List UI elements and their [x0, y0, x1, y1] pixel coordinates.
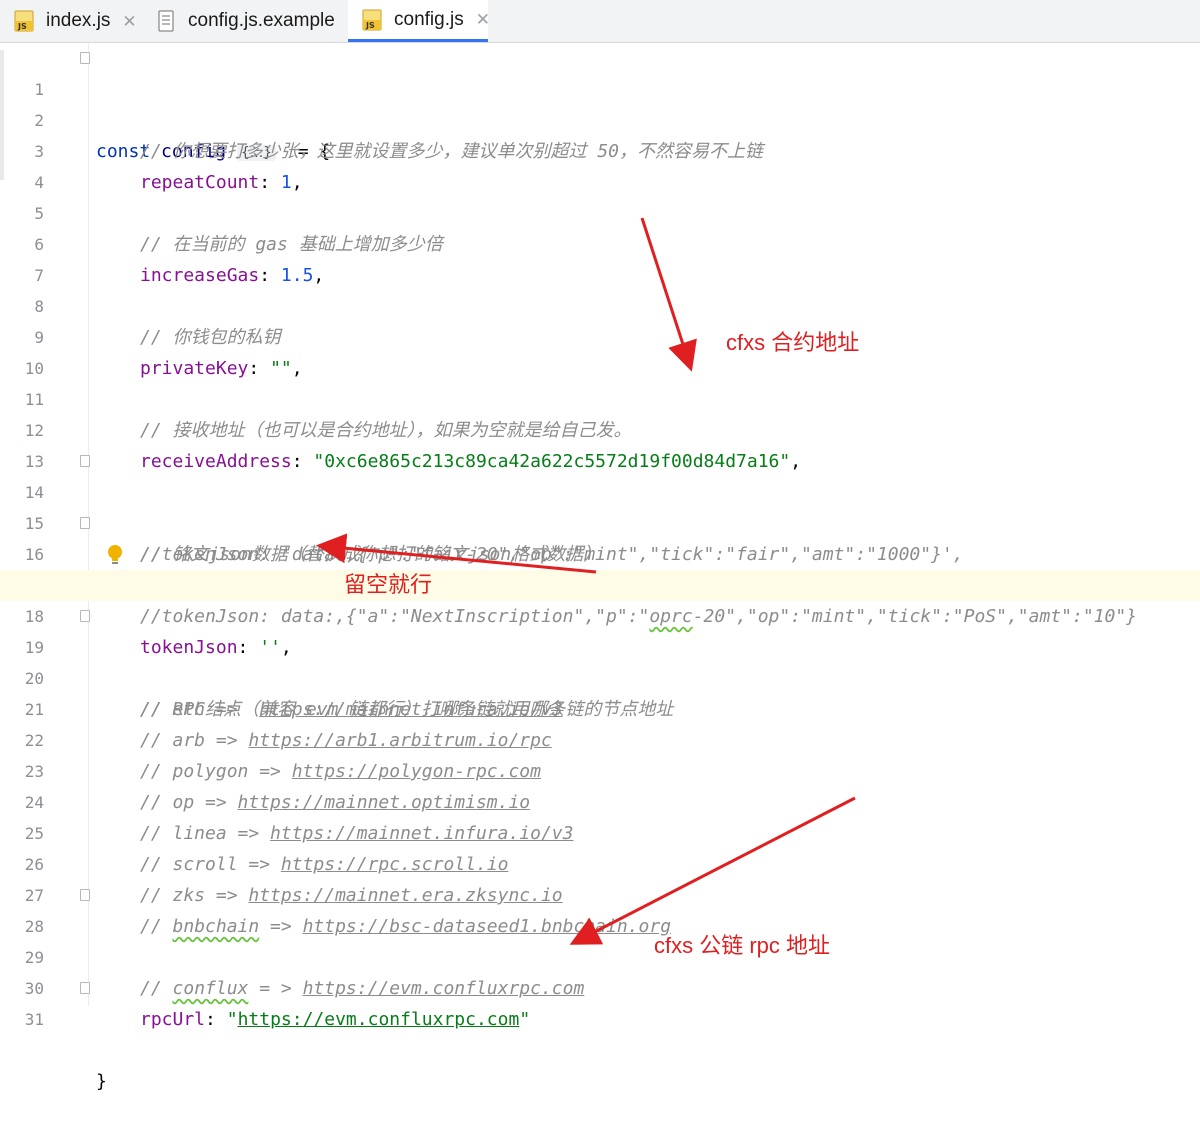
- fold-icon[interactable]: [80, 455, 90, 467]
- code-line[interactable]: 25 // scroll => https://rpc.scroll.io: [0, 787, 1200, 875]
- js-file-icon: JS: [14, 9, 36, 33]
- code-text: }: [96, 1071, 107, 1092]
- code-line[interactable]: 16 //tokenJson: data:,{"a":"NextInscript…: [0, 508, 1200, 627]
- url-link[interactable]: https://evm.confluxrpc.com: [238, 1009, 520, 1030]
- string-quote: ": [226, 1009, 238, 1030]
- code-line[interactable]: 7: [0, 229, 1200, 285]
- tab-label: index.js: [46, 10, 111, 31]
- code-line[interactable]: 21 // arb => https://arb1.arbitrum.io/rp…: [0, 663, 1200, 751]
- code-line[interactable]: 8 // 你钱包的私钥: [0, 260, 1200, 348]
- js-file-icon: JS: [362, 8, 384, 32]
- code-editor[interactable]: 1 const config {...} = { 2 // 你想要打多少张，这里…: [0, 43, 1200, 1092]
- svg-text:JS: JS: [365, 21, 375, 30]
- text-file-icon: [156, 9, 178, 33]
- code-line[interactable]: 28 // conflux = > https://evm.confluxrpc…: [0, 880, 1200, 999]
- close-icon[interactable]: ✕: [122, 13, 136, 30]
- fold-icon[interactable]: [80, 610, 90, 622]
- code-line[interactable]: 24 // linea => https://mainnet.infura.io…: [0, 756, 1200, 844]
- code-line[interactable]: 4: [0, 136, 1200, 192]
- code-line[interactable]: 20 // eth => https://mainnet.infura.io/v…: [0, 632, 1200, 720]
- fold-icon[interactable]: [80, 982, 90, 994]
- code-line[interactable]: 6 increaseGas: 1.5,: [0, 198, 1200, 286]
- line-number: 31: [24, 1010, 44, 1029]
- tab-label: config.js: [394, 8, 464, 30]
- code-line[interactable]: 2 // 你想要打多少张，这里就设置多少，建议单次别超过 50，不然容易不上链: [0, 74, 1200, 162]
- property: rpcUrl: [140, 1009, 206, 1030]
- code-line[interactable]: 11 // 接收地址（也可以是合约地址），如果为空就是给自己发。: [0, 353, 1200, 441]
- annotation-rpc-address: cfxs 公链 rpc 地址: [654, 933, 831, 958]
- code-line[interactable]: 17 tokenJson: '',: [0, 539, 1200, 658]
- code-line[interactable]: 29: [0, 911, 1200, 967]
- tab-config-js[interactable]: JS config.js ✕: [348, 0, 490, 42]
- lightbulb-icon[interactable]: [106, 544, 124, 566]
- code-line[interactable]: 23 // op => https://mainnet.optimism.io: [0, 725, 1200, 813]
- code-line[interactable]: 31 }: [0, 973, 1200, 1092]
- code-line[interactable]: 10: [0, 322, 1200, 378]
- code-line[interactable]: 27 // bnbchain => https://bsc-dataseed1.…: [0, 849, 1200, 937]
- code-line[interactable]: 14 // 铭文json数据（替换成你想打的铭文json格式数据）: [0, 446, 1200, 565]
- fold-icon[interactable]: [80, 52, 90, 64]
- fold-icon[interactable]: [80, 889, 90, 901]
- code-line[interactable]: 12 receiveAddress: "0xc6e865c213c89ca42a…: [0, 384, 1200, 472]
- code-line[interactable]: 15 //tokenJson: 'data:,{"p":"fair-20","o…: [0, 477, 1200, 565]
- current-line[interactable]: 18: [0, 570, 1200, 626]
- annotation-leave-empty: 留空就行: [344, 572, 433, 597]
- svg-text:JS: JS: [17, 22, 27, 31]
- editor-tab-bar: JS index.js ✕ config.js.example ✕ JS con…: [0, 0, 1200, 43]
- code-line[interactable]: 26 // zks => https://mainnet.era.zksync.…: [0, 818, 1200, 906]
- tab-index-js[interactable]: JS index.js ✕: [0, 0, 140, 42]
- code-line[interactable]: 13: [0, 415, 1200, 471]
- tab-config-js-example[interactable]: config.js.example ✕: [142, 0, 361, 42]
- code-line[interactable]: 19 // RPC结点（兼容 evm 链都行）打哪条链就用哪条链的节点地址: [0, 601, 1200, 720]
- code-line[interactable]: 5 // 在当前的 gas 基础上增加多少倍: [0, 167, 1200, 255]
- code-line[interactable]: 30 rpcUrl: "https://evm.confluxrpc.com": [0, 942, 1200, 1030]
- tab-label: config.js.example: [188, 10, 335, 31]
- code-line[interactable]: 9 privateKey: "",: [0, 291, 1200, 379]
- code-line[interactable]: 1 const config {...} = {: [0, 43, 1200, 162]
- code-line[interactable]: 3 repeatCount: 1,: [0, 105, 1200, 193]
- annotation-contract-address: cfxs 合约地址: [726, 330, 860, 355]
- code-line[interactable]: 22 // polygon => https://polygon-rpc.com: [0, 694, 1200, 782]
- fold-icon[interactable]: [80, 517, 90, 529]
- close-icon[interactable]: ✕: [476, 11, 490, 28]
- string-quote: ": [519, 1009, 531, 1030]
